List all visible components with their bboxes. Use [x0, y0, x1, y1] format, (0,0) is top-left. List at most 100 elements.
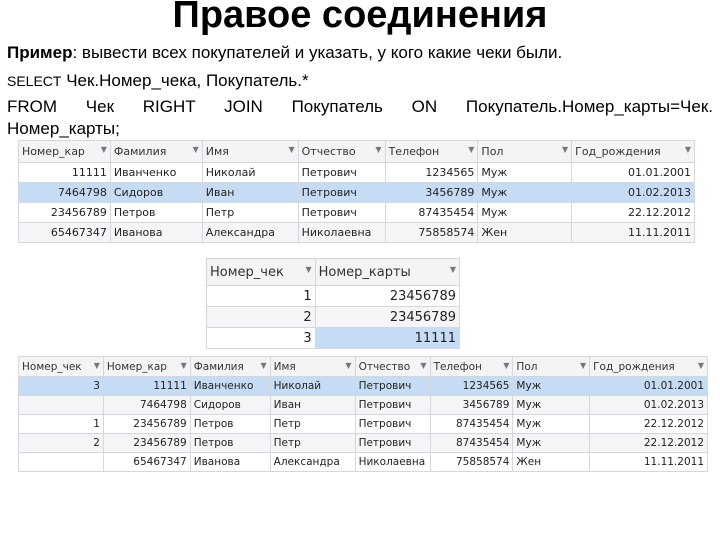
table-cell[interactable]: Муж [512, 433, 591, 453]
table-cell[interactable]: 2 [206, 306, 316, 328]
table-row[interactable]: 1 23456789 [206, 285, 461, 307]
column-header[interactable]: Телефон ▼ [384, 140, 479, 163]
table-cell[interactable]: 11111 [102, 376, 191, 396]
table-cell[interactable]: 23456789 [314, 285, 461, 307]
table-cell[interactable]: Муж [512, 414, 591, 434]
table-cell[interactable]: Николай [201, 162, 299, 183]
table-cell[interactable]: 1 [18, 414, 104, 434]
table-row[interactable]: 11111 Иванченко Николай Петрович 1234565 Муж 0… [18, 162, 695, 183]
table-cell[interactable]: Петров [189, 414, 271, 434]
table-cell[interactable]: Николаевна [354, 452, 431, 472]
table-cell[interactable]: Петр [269, 414, 356, 434]
table-cell[interactable]: Петрович [297, 202, 386, 223]
column-header[interactable]: Год_рождения ▼ [589, 356, 708, 377]
table-cell[interactable]: 11111 [18, 162, 111, 183]
table-cell[interactable]: Муж [512, 376, 591, 396]
column-header[interactable]: Пол ▼ [477, 140, 573, 163]
table-cell[interactable]: Петров [109, 202, 203, 223]
table-cell[interactable]: Жен [512, 452, 591, 472]
table-cell[interactable]: Петрович [297, 162, 386, 183]
table-cell[interactable] [18, 452, 104, 472]
table-cell[interactable]: 11.11.2011 [571, 222, 695, 243]
table-cell[interactable]: Николаевна [297, 222, 386, 243]
table-cell[interactable]: 01.02.2013 [571, 182, 695, 203]
dropdown-arrow-icon[interactable]: ▼ [580, 361, 586, 370]
table-cell[interactable]: Николай [269, 376, 356, 396]
dropdown-arrow-icon[interactable]: ▼ [698, 361, 704, 370]
table-row[interactable]: 3 11111 [206, 327, 461, 349]
table-cell[interactable]: Иванченко [189, 376, 271, 396]
table-cell[interactable]: Муж [477, 182, 573, 203]
table-cell[interactable]: Сидоров [189, 395, 271, 415]
table-cell[interactable]: 23456789 [314, 306, 461, 328]
dropdown-arrow-icon[interactable]: ▼ [94, 361, 100, 370]
table-cell[interactable]: 1 [206, 285, 316, 307]
dropdown-arrow-icon[interactable]: ▼ [503, 361, 509, 370]
column-header[interactable]: Имя ▼ [201, 140, 299, 163]
table-cell[interactable]: Петр [269, 433, 356, 453]
table-cell[interactable]: Иванова [109, 222, 203, 243]
dropdown-arrow-icon[interactable]: ▼ [261, 361, 267, 370]
column-header[interactable]: Имя ▼ [269, 356, 356, 377]
column-header[interactable]: Номер_чек ▼ [18, 356, 104, 377]
table-cell[interactable]: 65467347 [102, 452, 191, 472]
table-cell[interactable]: 11.11.2011 [589, 452, 708, 472]
table-cell[interactable]: 22.12.2012 [589, 433, 708, 453]
table-cell[interactable]: 87435454 [429, 414, 514, 434]
column-header[interactable]: Номер_карты ▼ [314, 258, 461, 286]
dropdown-arrow-icon[interactable]: ▼ [450, 265, 456, 274]
table-cell[interactable]: Иван [201, 182, 299, 203]
table-row[interactable]: 7464798 Сидоров Иван Петрович 3456789 Муж 01.0… [18, 395, 708, 415]
table-cell[interactable]: 87435454 [429, 433, 514, 453]
column-header[interactable]: Телефон ▼ [429, 356, 514, 377]
table-cell[interactable] [18, 395, 104, 415]
table-cell[interactable]: Муж [477, 202, 573, 223]
column-header[interactable]: Отчество ▼ [297, 140, 386, 163]
table-row[interactable]: 1 23456789 Петров Петр Петрович 87435454 Муж 22… [18, 414, 708, 434]
dropdown-arrow-icon[interactable]: ▼ [468, 145, 474, 154]
table-cell[interactable]: 11111 [314, 327, 461, 349]
table-cell[interactable]: 23456789 [102, 433, 191, 453]
table-cell[interactable]: Петрович [354, 433, 431, 453]
table-row[interactable]: 65467347 Иванова Александра Николаевна 75858… [18, 452, 708, 472]
column-header[interactable]: Номер_кар ▼ [18, 140, 111, 163]
table-cell[interactable]: 7464798 [102, 395, 191, 415]
table-cell[interactable]: 1234565 [384, 162, 479, 183]
table-cell[interactable]: Петрович [297, 182, 386, 203]
column-header[interactable]: Пол ▼ [512, 356, 591, 377]
table-cell[interactable]: Иван [269, 395, 356, 415]
table-cell[interactable]: Александра [269, 452, 356, 472]
table-row[interactable]: 65467347 Иванова Александра Николаевна 75858… [18, 222, 695, 243]
column-header[interactable]: Номер_чек ▼ [206, 258, 316, 286]
table-cell[interactable]: 01.02.2013 [589, 395, 708, 415]
table-cell[interactable]: 65467347 [18, 222, 111, 243]
dropdown-arrow-icon[interactable]: ▼ [345, 361, 351, 370]
dropdown-arrow-icon[interactable]: ▼ [288, 145, 294, 154]
table-cell[interactable]: Петрович [354, 395, 431, 415]
table-row[interactable]: 2 23456789 [206, 306, 461, 328]
table-cell[interactable]: Муж [477, 162, 573, 183]
dropdown-arrow-icon[interactable]: ▼ [193, 145, 199, 154]
table-cell[interactable]: 75858574 [429, 452, 514, 472]
table-cell[interactable]: Петрович [354, 414, 431, 434]
table-row[interactable]: 23456789 Петров Петр Петрович 87435454 Муж 22.… [18, 202, 695, 223]
table-cell[interactable]: Иванченко [109, 162, 203, 183]
column-header[interactable]: Фамилия ▼ [189, 356, 271, 377]
table-cell[interactable]: 01.01.2001 [571, 162, 695, 183]
table-cell[interactable]: 1234565 [429, 376, 514, 396]
table-cell[interactable]: 23456789 [18, 202, 111, 223]
dropdown-arrow-icon[interactable]: ▼ [181, 361, 187, 370]
table-cell[interactable]: Петров [189, 433, 271, 453]
table-cell[interactable]: 2 [18, 433, 104, 453]
table-row[interactable]: 7464798 Сидоров Иван Петрович 3456789 Муж 01.0… [18, 182, 695, 203]
table-cell[interactable]: Петрович [354, 376, 431, 396]
table-cell[interactable]: Муж [512, 395, 591, 415]
dropdown-arrow-icon[interactable]: ▼ [685, 145, 691, 154]
dropdown-arrow-icon[interactable]: ▼ [101, 145, 107, 154]
column-header[interactable]: Год_рождения ▼ [571, 140, 695, 163]
table-cell[interactable]: Сидоров [109, 182, 203, 203]
table-cell[interactable]: 22.12.2012 [571, 202, 695, 223]
table-cell[interactable]: 3 [18, 376, 104, 396]
table-cell[interactable]: 01.01.2001 [589, 376, 708, 396]
table-cell[interactable]: Жен [477, 222, 573, 243]
